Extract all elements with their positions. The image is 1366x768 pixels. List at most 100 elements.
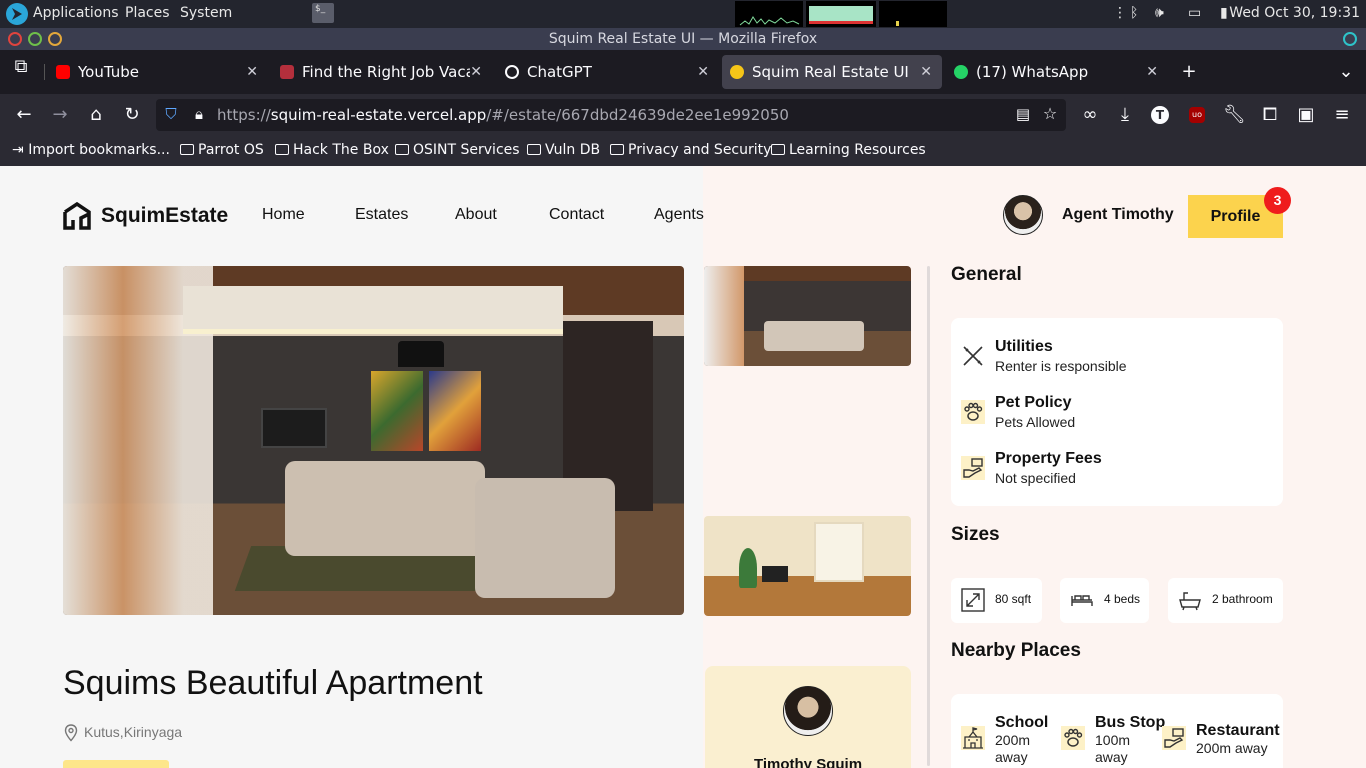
reload-icon[interactable]: ↻ [121, 104, 143, 126]
parrot-logo-icon[interactable] [6, 3, 28, 25]
general-utilities: Utilities Renter is responsible [961, 338, 1261, 378]
bookmark-star-icon[interactable]: ☆ [1039, 103, 1061, 125]
house-logo-icon [63, 202, 91, 230]
os-top-panel: Applications Places System $_ ⋮ ᛒ 🕪 ▭ ▮ … [0, 0, 1366, 28]
folder-icon [771, 144, 785, 155]
estate-thumbnail-1[interactable] [704, 266, 911, 366]
sticky-window-icon[interactable] [1343, 32, 1357, 46]
terminal-launcher-icon[interactable]: $_ [312, 3, 334, 23]
bookmark-osint-services[interactable]: OSINT Services [395, 142, 520, 158]
cpu-graph [735, 1, 803, 27]
close-window-icon[interactable] [8, 32, 22, 46]
list-all-tabs-icon[interactable]: ⌄ [1335, 61, 1357, 83]
nav-contact[interactable]: Contact [549, 206, 604, 224]
estate-thumbnail-2[interactable] [704, 516, 911, 616]
web-page: SquimEstate Home Estates About Contact A… [0, 166, 1366, 768]
tab-chatgpt[interactable]: ChatGPT ✕ [497, 55, 719, 89]
bluetooth-icon[interactable]: ᛒ [1130, 5, 1138, 21]
bookmark-vuln-db[interactable]: Vuln DB [527, 142, 600, 158]
paw-icon [961, 400, 985, 424]
os-menu-system[interactable]: System [180, 5, 232, 21]
tab-squim-real-estate[interactable]: Squim Real Estate UI ✕ [722, 55, 942, 89]
window-titlebar: Squim Real Estate UI — Mozilla Firefox [0, 28, 1366, 50]
tab-label: Squim Real Estate UI [752, 63, 909, 81]
location-pin-icon [64, 724, 78, 742]
bookmark-parrot-os[interactable]: Parrot OS [180, 142, 264, 158]
os-menu-applications[interactable]: Applications [33, 5, 119, 21]
tab-job-vacancies[interactable]: Find the Right Job Vacanc ✕ [272, 55, 492, 89]
ublock-origin-icon[interactable]: uo [1189, 107, 1205, 123]
minimize-window-icon[interactable] [48, 32, 62, 46]
nav-agents[interactable]: Agents [654, 206, 704, 224]
nav-estates[interactable]: Estates [355, 206, 408, 224]
hamburger-menu-icon[interactable]: ≡ [1331, 104, 1353, 126]
lock-icon[interactable]: 🔒︎ [188, 103, 210, 125]
bookmark-hack-the-box[interactable]: Hack The Box [275, 142, 389, 158]
maximize-window-icon[interactable] [28, 32, 42, 46]
new-tab-icon[interactable]: + [1178, 61, 1200, 83]
youtube-icon [56, 65, 70, 79]
agent-name[interactable]: Agent Timothy [1062, 206, 1174, 224]
bus-icon [1061, 726, 1085, 750]
tab-close-icon[interactable]: ✕ [697, 55, 709, 89]
agent-avatar[interactable] [1003, 195, 1043, 235]
clock[interactable]: Wed Oct 30, 19:31 [1229, 5, 1360, 21]
general-card: Utilities Renter is responsible Pet Poli… [951, 318, 1283, 506]
tab-label: Find the Right Job Vacanc [302, 63, 470, 81]
private-mask-icon[interactable]: ∞ [1079, 104, 1101, 126]
agent-card-avatar[interactable] [783, 686, 833, 736]
wappalyzer-icon[interactable]: ▣ [1295, 104, 1317, 126]
restaurant-icon [1162, 726, 1186, 750]
folder-icon [180, 144, 194, 155]
bed-icon [1071, 595, 1093, 606]
url-bar[interactable]: ⛉ 🔒︎ https://squim-real-estate.vercel.ap… [156, 99, 1066, 131]
firefox-view-icon[interactable]: ⧉ [10, 56, 32, 78]
job-site-icon [280, 65, 294, 79]
notification-badge: 3 [1264, 187, 1291, 214]
downloads-icon[interactable]: ⤓ [1114, 104, 1136, 126]
forward-icon[interactable]: → [49, 104, 71, 126]
battery-icon: ▮ [1220, 5, 1228, 21]
tab-whatsapp[interactable]: (17) WhatsApp ✕ [946, 55, 1168, 89]
nav-home[interactable]: Home [262, 206, 305, 224]
fees-icon [961, 456, 985, 480]
folder-icon [275, 144, 289, 155]
size-beds: 4 beds [1060, 578, 1149, 623]
bookmark-learning-resources[interactable]: Learning Resources [771, 142, 926, 158]
back-icon[interactable]: ← [13, 104, 35, 126]
estate-main-photo[interactable] [63, 266, 684, 615]
reader-view-icon[interactable]: ▤ [1012, 103, 1034, 125]
tab-close-icon[interactable]: ✕ [920, 55, 932, 89]
tab-label: ChatGPT [527, 63, 592, 81]
nearby-bus-stop: Bus Stop 100m away [1061, 694, 1171, 765]
window-title: Squim Real Estate UI — Mozilla Firefox [548, 31, 818, 47]
chatgpt-icon [505, 65, 519, 79]
tray-menu-icon[interactable]: ⋮ [1113, 5, 1127, 21]
size-bathrooms: 2 bathroom [1168, 578, 1283, 623]
bookmark-import[interactable]: ⇥ Import bookmarks... [12, 142, 170, 158]
tab-label: (17) WhatsApp [976, 63, 1089, 81]
network-graph [879, 1, 947, 27]
tab-youtube[interactable]: YouTube ✕ [48, 55, 268, 89]
expand-icon [961, 588, 985, 612]
nearby-card: School 200m away Bus Stop 100m away Rest… [951, 694, 1283, 768]
url-text[interactable]: https://squim-real-estate.vercel.app/#/e… [217, 106, 789, 124]
os-menu-places[interactable]: Places [125, 5, 170, 21]
nearby-school: School 200m away [961, 694, 1071, 765]
translate-extension-icon[interactable]: T [1151, 106, 1169, 124]
tab-close-icon[interactable]: ✕ [470, 55, 482, 89]
brand-name: SquimEstate [101, 204, 229, 227]
tracking-protection-icon[interactable]: ⛉ [160, 103, 182, 125]
tab-close-icon[interactable]: ✕ [246, 55, 258, 89]
nav-about[interactable]: About [455, 206, 497, 224]
notification-icon[interactable]: ▭ [1188, 5, 1201, 21]
tab-close-icon[interactable]: ✕ [1146, 55, 1158, 89]
agent-card: Timothy Squim [705, 666, 911, 768]
bookmark-privacy-security[interactable]: Privacy and Security [610, 142, 771, 158]
extensions-puzzle-icon[interactable]: ⧠ [1259, 104, 1281, 126]
price-tag [63, 760, 169, 768]
whatsapp-icon [954, 65, 968, 79]
home-icon[interactable]: ⌂ [85, 104, 107, 126]
volume-icon[interactable]: 🕪 [1155, 5, 1164, 21]
wrench-extension-icon[interactable]: 🔧︎ [1223, 104, 1246, 126]
